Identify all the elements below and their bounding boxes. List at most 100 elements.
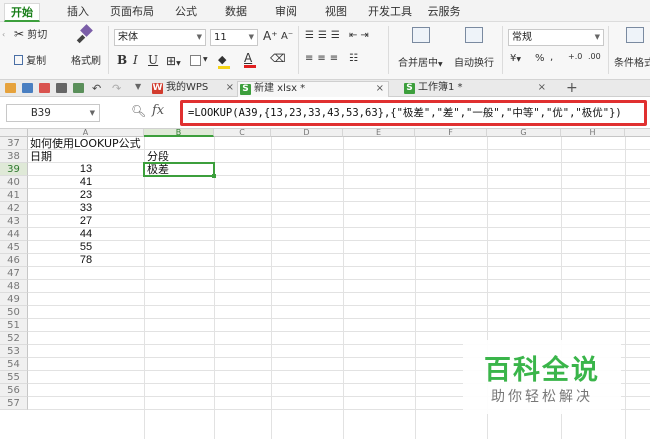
fill-color-button[interactable]: ◆ [218, 53, 230, 69]
justify-icon[interactable]: ☷ [349, 53, 358, 64]
cell-a46[interactable]: 78 [28, 254, 144, 267]
tab-insert[interactable]: 插入 [58, 3, 98, 22]
tab-view[interactable]: 视图 [316, 3, 356, 22]
copy-button[interactable]: 复制 [14, 52, 46, 67]
open-folder-icon[interactable] [5, 83, 16, 93]
close-icon[interactable]: × [538, 81, 546, 95]
doc-tab-workbook-1[interactable]: S 工作簿1 * × [402, 81, 550, 97]
formula-input[interactable]: =LOOKUP(A39,{13,23,33,43,53,63},{"极差","差… [180, 100, 647, 126]
merge-center-button[interactable]: 合并居中▼ [398, 54, 443, 69]
tab-data[interactable]: 数据 [216, 3, 256, 22]
borders-button[interactable]: ⊞▼ [166, 54, 181, 68]
underline-button[interactable]: U [148, 53, 158, 67]
doc-tab-my-wps[interactable]: W 我的WPS × [150, 81, 238, 97]
insert-function-fx-icon[interactable]: fx [152, 103, 164, 118]
zoom-magnifier-icon[interactable]: 🔍︎ [131, 104, 146, 118]
comma-button[interactable]: , [550, 52, 553, 63]
undo-icon[interactable]: ↶ [92, 82, 101, 95]
conditional-format-icon[interactable] [626, 27, 644, 43]
decrease-decimal-button[interactable]: .00 [588, 52, 601, 61]
row-header-43[interactable]: 43 [0, 215, 28, 228]
font-size-select[interactable]: 11 ▼ [210, 29, 258, 46]
row-header-44[interactable]: 44 [0, 228, 28, 241]
save-icon[interactable] [22, 83, 33, 93]
row-header-53[interactable]: 53 [0, 345, 28, 358]
increase-decimal-button[interactable]: +.0 [568, 52, 582, 61]
row-header-49[interactable]: 49 [0, 293, 28, 306]
format-painter-brush-icon[interactable] [76, 24, 96, 44]
row-header-40[interactable]: 40 [0, 176, 28, 189]
column-header-f[interactable]: F [415, 129, 487, 137]
redo-icon[interactable]: ↷ [112, 82, 121, 95]
cell-a43[interactable]: 27 [28, 215, 144, 228]
close-icon[interactable]: × [376, 82, 384, 96]
row-header-38[interactable]: 38 [0, 150, 28, 163]
tab-home[interactable]: 开始 [4, 3, 40, 22]
tab-cloud[interactable]: 云服务 [424, 3, 464, 22]
cut-button[interactable]: ✂ 剪切 [14, 26, 47, 41]
cell-a44[interactable]: 44 [28, 228, 144, 241]
wrap-text-icon[interactable] [465, 27, 483, 43]
cell-a37-title[interactable]: 如何使用LOOKUP公式 [30, 137, 141, 150]
cell-a41[interactable]: 23 [28, 189, 144, 202]
column-header-b[interactable]: B [144, 129, 214, 137]
column-header-h[interactable]: H [561, 129, 625, 137]
row-header-57[interactable]: 57 [0, 397, 28, 410]
close-icon[interactable]: × [226, 81, 234, 95]
print-icon[interactable] [56, 83, 67, 93]
grow-font-button[interactable]: A⁺ [263, 29, 278, 43]
italic-button[interactable]: I [133, 53, 138, 67]
select-all-corner[interactable] [0, 129, 28, 137]
row-header-48[interactable]: 48 [0, 280, 28, 293]
tab-review[interactable]: 审阅 [266, 3, 306, 22]
align-top-icons[interactable]: ☰☰☰ [305, 30, 344, 41]
tab-formulas[interactable]: 公式 [166, 3, 206, 22]
column-header-a[interactable]: A [28, 129, 144, 137]
align-left-icons[interactable]: ≡≡≡ [305, 53, 342, 64]
font-name-select[interactable]: 宋体 ▼ [114, 29, 206, 46]
row-header-56[interactable]: 56 [0, 384, 28, 397]
row-header-47[interactable]: 47 [0, 267, 28, 280]
fill-handle[interactable] [212, 174, 216, 178]
row-header-50[interactable]: 50 [0, 306, 28, 319]
row-header-41[interactable]: 41 [0, 189, 28, 202]
shrink-font-button[interactable]: A⁻ [281, 31, 293, 42]
row-header-37[interactable]: 37 [0, 137, 28, 150]
font-color-button[interactable]: A [244, 51, 256, 68]
row-header-45[interactable]: 45 [0, 241, 28, 254]
row-header-42[interactable]: 42 [0, 202, 28, 215]
format-painter-button[interactable]: 格式刷 [71, 52, 101, 67]
row-header-39[interactable]: 39 [0, 163, 28, 176]
currency-button[interactable]: ¥▼ [510, 53, 521, 64]
tab-developer[interactable]: 开发工具 [362, 3, 418, 22]
number-format-select[interactable]: 常规 ▼ [508, 29, 604, 46]
doc-tab-workbook-a[interactable]: S 新建 xlsx * × [237, 81, 389, 97]
conditional-format-button[interactable]: 条件格式 [614, 54, 650, 69]
export-pdf-icon[interactable] [39, 83, 50, 93]
eraser-button[interactable]: ⌫ [270, 52, 286, 65]
cell-a40[interactable]: 41 [28, 176, 144, 189]
collapse-arrow-icon[interactable]: ‹ [2, 30, 5, 39]
bold-button[interactable]: B [117, 53, 127, 67]
quick-access-dropdown-icon[interactable]: ▼ [135, 82, 141, 91]
percent-button[interactable]: % [535, 53, 545, 64]
tab-page-layout[interactable]: 页面布局 [104, 3, 160, 22]
cell-a42[interactable]: 33 [28, 202, 144, 215]
column-header-e[interactable]: E [343, 129, 415, 137]
row-header-51[interactable]: 51 [0, 319, 28, 332]
row-header-54[interactable]: 54 [0, 358, 28, 371]
cell-a38-header[interactable]: 日期 [30, 150, 52, 163]
wrap-text-button[interactable]: 自动换行 [454, 54, 494, 69]
print-preview-icon[interactable] [73, 83, 84, 93]
name-box[interactable]: B39 ▼ [6, 104, 100, 122]
cell-a45[interactable]: 55 [28, 241, 144, 254]
column-header-g[interactable]: G [487, 129, 561, 137]
row-header-46[interactable]: 46 [0, 254, 28, 267]
merge-center-icon[interactable] [412, 27, 430, 43]
new-tab-plus-icon[interactable]: + [566, 80, 578, 96]
column-header-d[interactable]: D [271, 129, 343, 137]
row-header-52[interactable]: 52 [0, 332, 28, 345]
column-header-c[interactable]: C [214, 129, 271, 137]
row-header-55[interactable]: 55 [0, 371, 28, 384]
cell-a39[interactable]: 13 [28, 163, 144, 176]
